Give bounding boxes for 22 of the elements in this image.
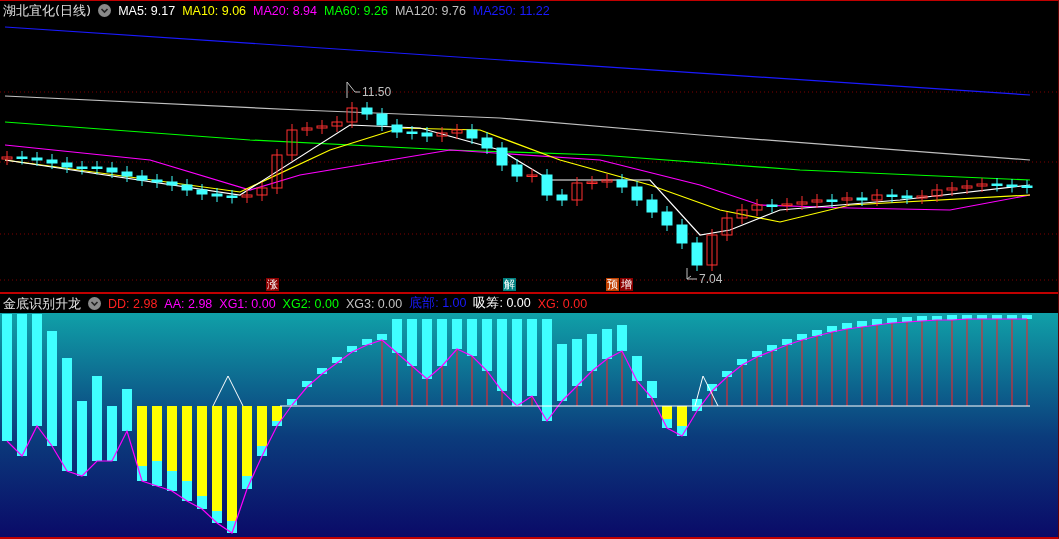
indicator-value: 吸筹: 0.00 — [473, 295, 531, 312]
indicator-value: XG2: 0.00 — [282, 296, 339, 311]
indicator-value: XG1: 0.00 — [219, 296, 276, 311]
indicator-value: MA250: 11.22 — [472, 3, 550, 18]
indicator-value: DD: 2.98 — [108, 296, 158, 311]
chart-title: 金底识别升龙 — [3, 294, 81, 313]
indicator-value: XG: 0.00 — [537, 296, 588, 311]
signal-badge: 增 — [620, 278, 633, 291]
indicator-value: MA120: 9.76 — [394, 3, 466, 18]
indicator-value: 底部: 1.00 — [409, 295, 467, 312]
indicator-value: MA60: 9.26 — [324, 3, 388, 18]
signal-badge: 预 — [606, 278, 619, 291]
indicator-value: MA5: 9.17 — [118, 3, 176, 18]
chart-title: 湖北宜化(日线) — [3, 1, 92, 20]
price-label: 11.50 — [362, 85, 392, 99]
signal-badge: 涨 — [266, 278, 279, 291]
price-label: 7.04 — [699, 272, 723, 286]
indicator-value: AA: 2.98 — [164, 296, 213, 311]
indicator-value: XG3: 0.00 — [345, 296, 403, 311]
signal-badge: 解 — [503, 278, 516, 291]
indicator-value: MA20: 8.94 — [253, 3, 317, 18]
indicator-value: MA10: 9.06 — [182, 3, 247, 18]
